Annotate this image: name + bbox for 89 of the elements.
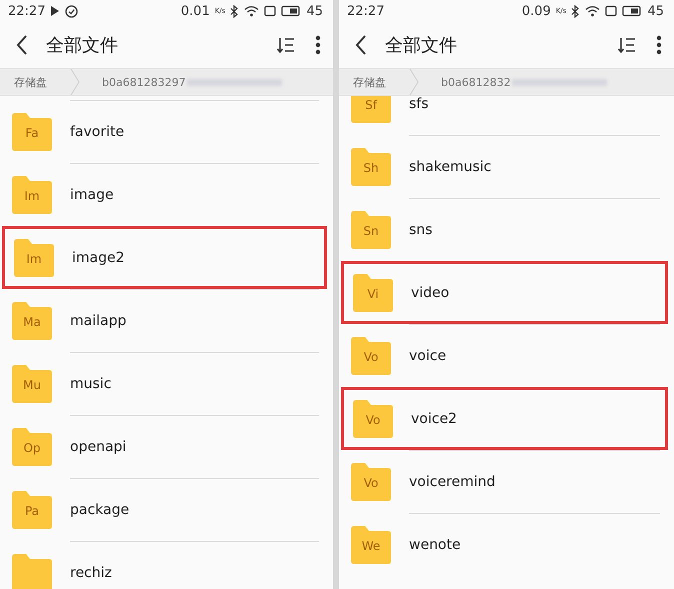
folder-initials: Sn	[363, 224, 379, 238]
page-title: 全部文件	[385, 34, 458, 57]
folder-name: openapi	[70, 438, 126, 454]
folder-initials: Ma	[23, 314, 41, 328]
folder-name: rechiz	[70, 564, 112, 580]
folder-name: music	[70, 376, 112, 392]
folder-initials: Vo	[366, 412, 380, 426]
folder-item[interactable]: We wenote	[339, 513, 674, 576]
folder-initials: Mu	[23, 378, 41, 392]
folder-initials: Im	[24, 188, 40, 202]
folder-name: sns	[409, 222, 432, 238]
chevron-separator-icon	[409, 69, 419, 95]
more-menu-icon[interactable]	[315, 35, 321, 55]
folder-icon	[12, 490, 52, 528]
folder-item[interactable]: Vo voiceremind	[339, 450, 674, 513]
folder-icon	[353, 274, 393, 312]
folder-icon	[12, 176, 52, 214]
folder-name: sfs	[409, 96, 429, 112]
folder-icon	[351, 210, 391, 248]
folder-name: shakemusic	[409, 158, 492, 174]
folder-icon	[12, 428, 52, 466]
folder-item[interactable]: Ma mailapp	[0, 289, 333, 352]
network-speed: 0.01	[180, 4, 210, 18]
folder-item[interactable]: Op openapi	[0, 415, 333, 478]
wifi-icon	[585, 5, 600, 17]
bluetooth-icon	[571, 4, 580, 18]
battery-icon	[622, 5, 642, 17]
folder-item[interactable]: Vi video	[341, 261, 668, 324]
more-menu-icon[interactable]	[656, 35, 662, 55]
folder-initials: Im	[26, 252, 42, 266]
folder-name: image2	[72, 250, 125, 266]
status-time: 22:27	[8, 4, 46, 18]
folder-name: wenote	[409, 536, 461, 552]
folder-icon	[351, 462, 391, 500]
folder-item[interactable]: rechiz	[0, 541, 333, 589]
folder-initials: Fa	[25, 126, 39, 140]
folder-name: voice	[409, 348, 446, 364]
folder-icon	[353, 400, 393, 438]
breadcrumb-item[interactable]: b0a681283297	[102, 76, 186, 88]
folder-name: package	[70, 502, 130, 518]
folder-icon	[12, 302, 52, 340]
folder-item[interactable]: Im image	[0, 163, 333, 226]
folder-icon	[351, 148, 391, 186]
folder-initials: Sf	[365, 98, 377, 112]
sort-icon[interactable]	[277, 36, 295, 54]
back-icon[interactable]	[355, 35, 367, 55]
folder-name: mailapp	[70, 312, 126, 328]
folder-initials: Vo	[364, 350, 378, 364]
folder-icon	[351, 526, 391, 564]
breadcrumb-item[interactable]: 存储盘	[339, 74, 405, 90]
folder-initials: Op	[23, 440, 41, 454]
folder-item[interactable]: Vo voice2	[341, 387, 668, 450]
folder-name: favorite	[70, 124, 124, 140]
folder-icon	[12, 112, 52, 150]
folder-item[interactable]: Sn sns	[339, 198, 674, 261]
battery-level: 45	[647, 4, 664, 18]
folder-name: voiceremind	[409, 474, 496, 490]
folder-name: video	[411, 284, 450, 300]
sort-icon[interactable]	[618, 36, 636, 54]
folder-initials: We	[362, 538, 380, 552]
battery-level: 45	[306, 4, 323, 18]
folder-initials: Vi	[367, 286, 379, 300]
back-icon[interactable]	[16, 35, 28, 55]
folder-icon	[12, 364, 52, 402]
folder-initials: Pa	[24, 504, 40, 518]
breadcrumb-item[interactable]: b0a6812832	[441, 76, 511, 88]
folder-icon	[12, 554, 52, 589]
breadcrumb-item[interactable]: 存储盘	[0, 74, 66, 90]
bluetooth-icon	[230, 4, 240, 18]
folder-item[interactable]: Pa package	[0, 478, 333, 541]
folder-item[interactable]: Sh shakemusic	[339, 135, 674, 198]
chevron-separator-icon	[70, 69, 80, 95]
folder-name: image	[70, 186, 114, 202]
square-icon	[605, 5, 618, 17]
folder-icon	[351, 336, 391, 374]
wifi-icon	[244, 5, 260, 17]
folder-name: voice2	[411, 410, 457, 426]
network-speed: 0.09	[522, 4, 551, 18]
folder-initials: Sh	[363, 160, 379, 174]
folder-icon	[14, 238, 54, 276]
folder-item[interactable]: Im image2	[2, 226, 327, 289]
folder-initials: Vo	[364, 476, 378, 490]
battery-icon	[281, 5, 302, 17]
square-icon	[264, 5, 276, 17]
folder-item[interactable]: Mu music	[0, 352, 333, 415]
status-time: 22:27	[347, 4, 384, 18]
folder-item[interactable]: Fa favorite	[0, 100, 333, 163]
folder-item[interactable]: Vo voice	[339, 324, 674, 387]
page-title: 全部文件	[46, 34, 119, 57]
